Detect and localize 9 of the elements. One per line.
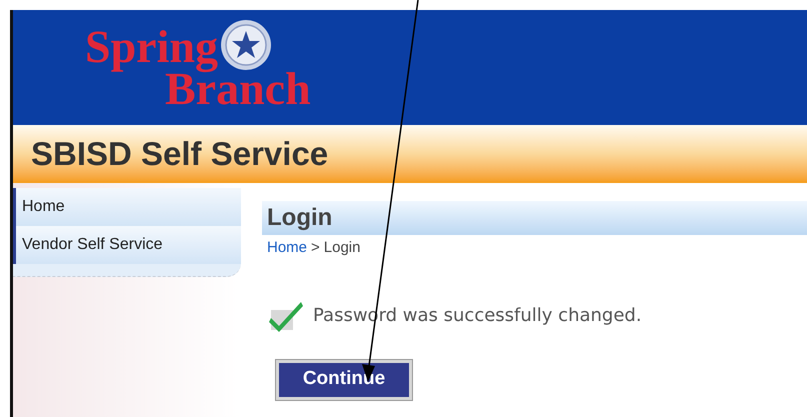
seal-icon	[220, 18, 272, 70]
banner-title: SBISD Self Service	[31, 134, 328, 174]
breadcrumb-current: Login	[324, 238, 360, 258]
breadcrumb-separator: >	[311, 238, 320, 258]
continue-button[interactable]: Continue	[276, 360, 412, 400]
page-title: Login	[267, 203, 332, 233]
sidebar-item[interactable]: Vendor Self Service	[13, 226, 241, 264]
sidebar-item[interactable]: Home	[13, 188, 241, 226]
breadcrumb-link[interactable]: Home	[267, 237, 308, 260]
